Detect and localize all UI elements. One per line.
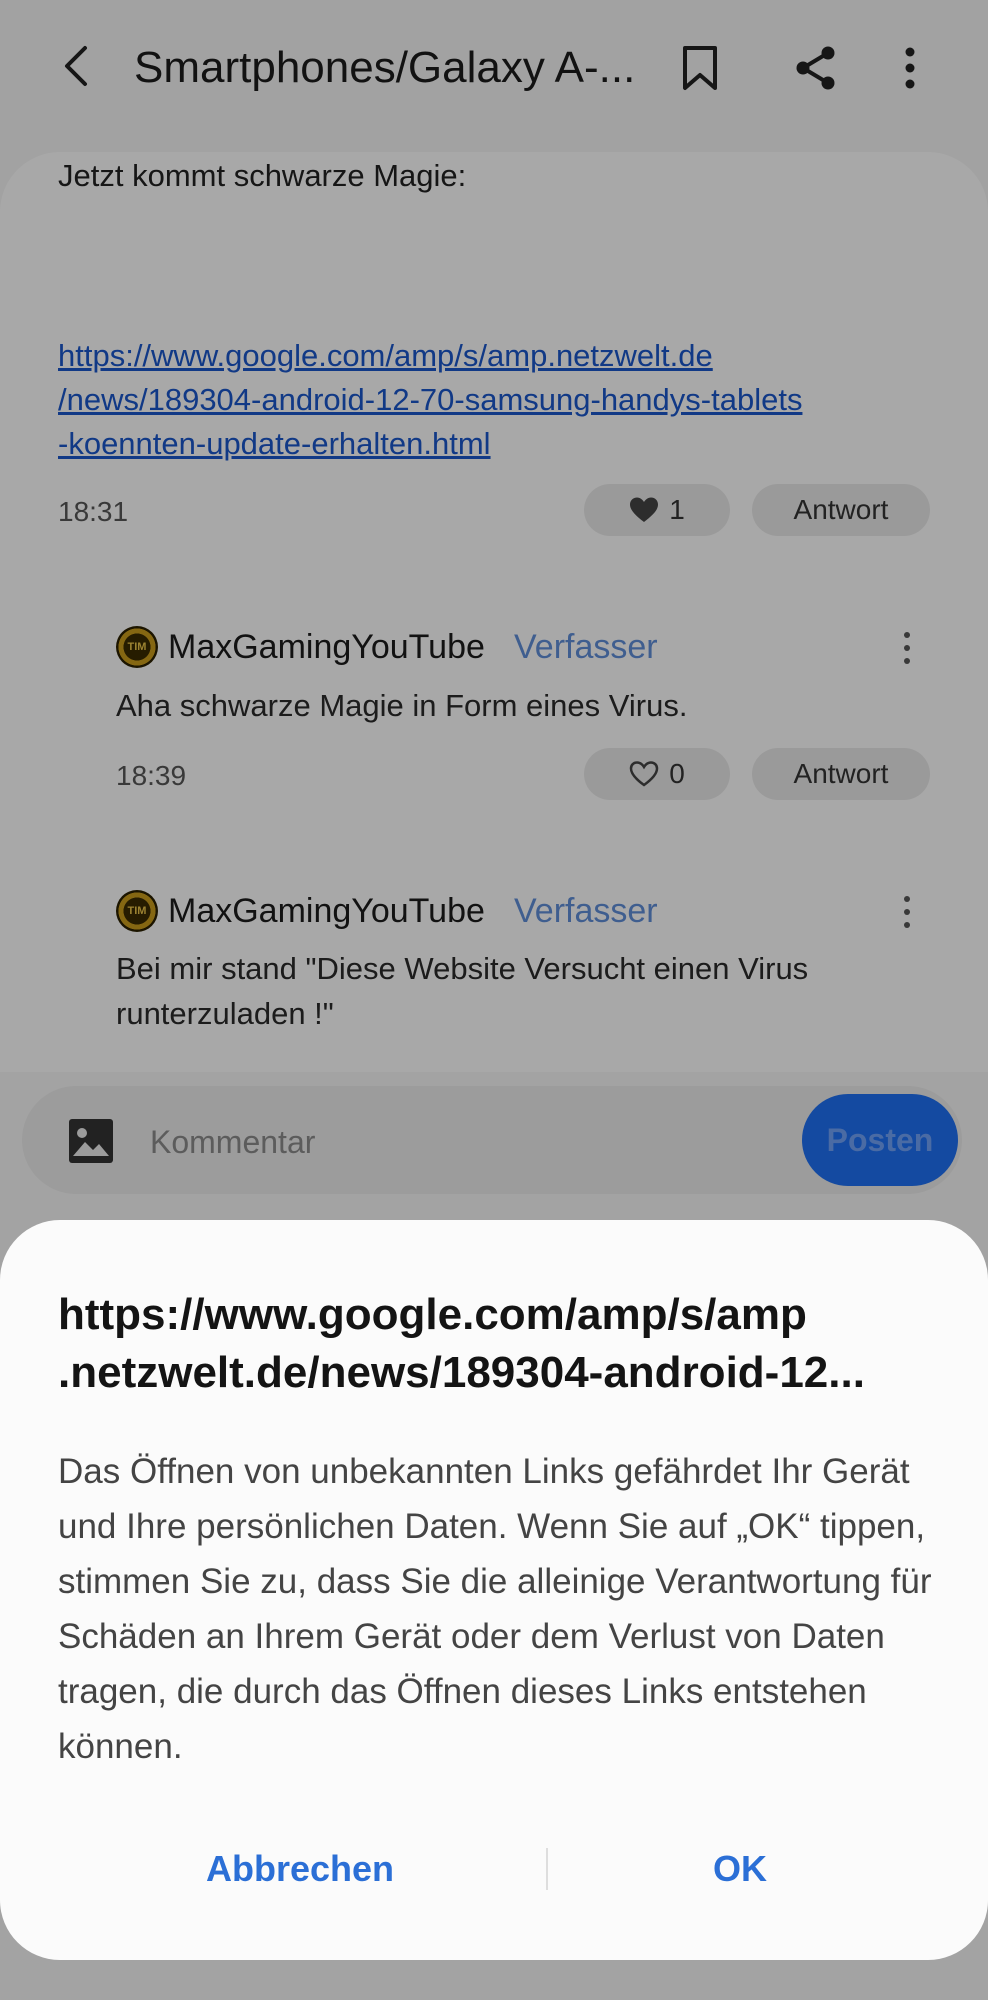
link-warning-dialog: https://www.google.com/amp/s/amp .netzwe… bbox=[0, 1220, 988, 1960]
dialog-title-line: .netzwelt.de/news/189304-android-12... bbox=[58, 1348, 865, 1397]
dialog-title-line: https://www.google.com/amp/s/amp bbox=[58, 1290, 807, 1339]
cancel-button[interactable]: Abbrechen bbox=[140, 1844, 460, 1894]
button-divider bbox=[546, 1848, 548, 1890]
ok-button[interactable]: OK bbox=[600, 1844, 880, 1894]
dialog-message: Das Öffnen von unbekannten Links gefährd… bbox=[58, 1452, 932, 1766]
dialog-title: https://www.google.com/amp/s/amp .netzwe… bbox=[58, 1286, 938, 1402]
